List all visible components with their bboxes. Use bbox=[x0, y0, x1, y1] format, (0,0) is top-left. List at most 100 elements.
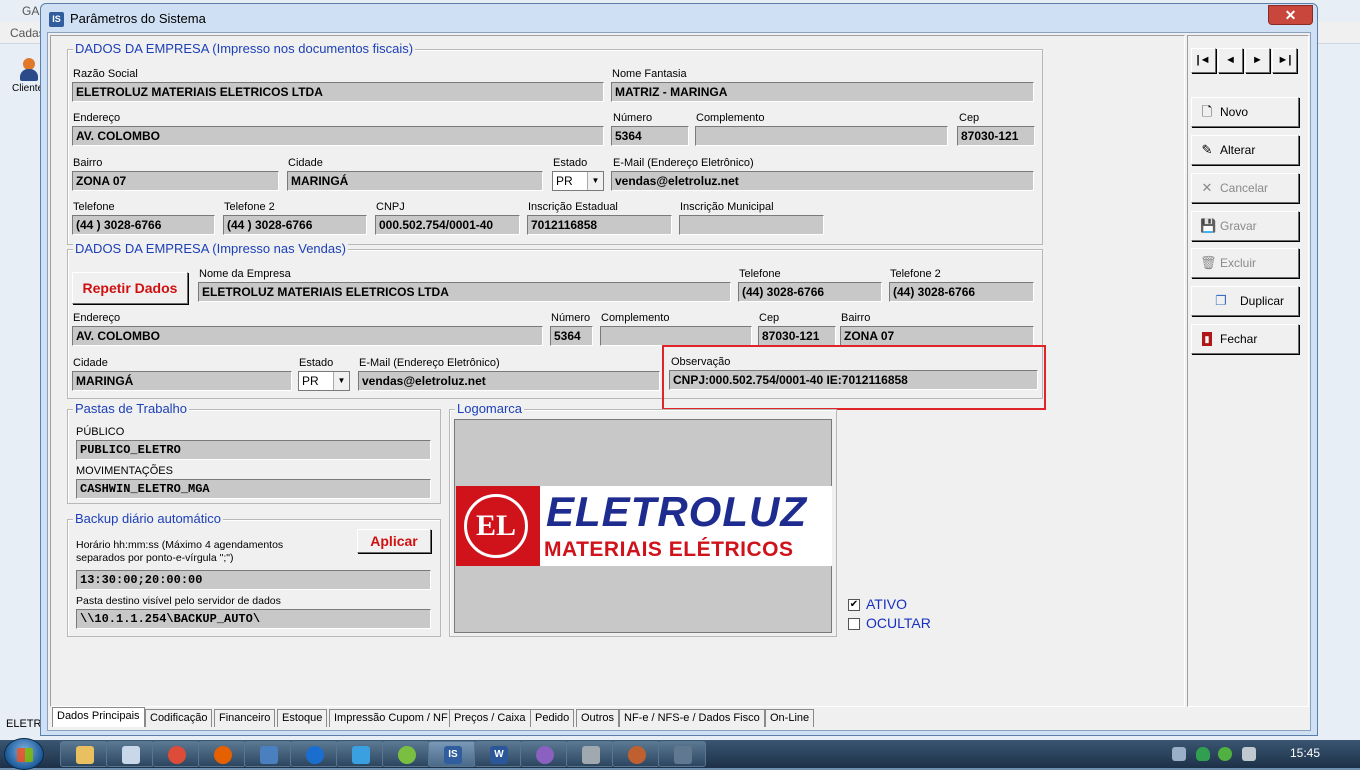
im-field[interactable] bbox=[679, 215, 824, 235]
complemento-field[interactable] bbox=[600, 326, 752, 346]
taskbar-clock[interactable]: 15:45 bbox=[1290, 746, 1320, 760]
taskbar-files-button[interactable] bbox=[106, 741, 154, 767]
logo-text-eletroluz: ELETROLUZ bbox=[546, 488, 807, 535]
sync-icon[interactable] bbox=[1218, 747, 1232, 761]
tab-impressao-cupom[interactable]: Impressão Cupom / NF bbox=[329, 709, 453, 727]
endereco-field[interactable]: AV. COLOMBO bbox=[72, 326, 543, 346]
razao-social-field[interactable]: ELETROLUZ MATERIAIS ELETRICOS LTDA bbox=[72, 82, 604, 102]
tab-codificacao[interactable]: Codificação bbox=[145, 709, 213, 727]
email-field[interactable]: vendas@eletroluz.net bbox=[611, 171, 1034, 191]
estado-select[interactable]: PR ▼ bbox=[298, 371, 350, 391]
cancelar-button[interactable]: ✕ Cancelar bbox=[1191, 173, 1299, 203]
ocultar-checkbox[interactable] bbox=[848, 618, 860, 630]
taskbar-app14-button[interactable] bbox=[658, 741, 706, 767]
close-window-button[interactable]: ✕ bbox=[1268, 5, 1313, 25]
taskbar-is-button[interactable]: IS bbox=[428, 741, 476, 767]
email-field[interactable]: vendas@eletroluz.net bbox=[358, 371, 660, 391]
cidade-field[interactable]: MARINGÁ bbox=[72, 371, 292, 391]
numero-field[interactable]: 5364 bbox=[611, 126, 689, 146]
bairro-field[interactable]: ZONA 07 bbox=[840, 326, 1034, 346]
nav-next-button[interactable]: ► bbox=[1245, 48, 1270, 73]
start-button[interactable] bbox=[4, 738, 44, 770]
tab-precos-caixa[interactable]: Preços / Caixa bbox=[449, 709, 531, 727]
tab-financeiro[interactable]: Financeiro bbox=[214, 709, 276, 727]
publico-field[interactable]: PUBLICO_ELETRO bbox=[76, 440, 431, 460]
telefone2-field[interactable]: (44) 3028-6766 bbox=[889, 282, 1034, 302]
shield-icon[interactable] bbox=[1196, 747, 1210, 761]
repetir-dados-button[interactable]: Repetir Dados bbox=[72, 272, 188, 304]
horario-field[interactable]: 13:30:00;20:00:00 bbox=[76, 570, 431, 590]
taskbar-app13-button[interactable] bbox=[612, 741, 660, 767]
tab-pedido[interactable]: Pedido bbox=[530, 709, 575, 727]
trash-icon: 🗑 bbox=[1200, 255, 1217, 270]
taskbar-teamviewer-button[interactable] bbox=[290, 741, 338, 767]
nome-empresa-field[interactable]: ELETROLUZ MATERIAIS ELETRICOS LTDA bbox=[198, 282, 731, 302]
check-icon: ✔ bbox=[849, 599, 859, 610]
window-title: Parâmetros do Sistema bbox=[70, 11, 206, 26]
nav-last-button[interactable]: ►| bbox=[1272, 48, 1297, 73]
movimentacoes-field[interactable]: CASHWIN_ELETRO_MGA bbox=[76, 479, 431, 499]
chevron-down-icon[interactable]: ▼ bbox=[333, 372, 349, 390]
ativo-label[interactable]: ATIVO bbox=[866, 596, 907, 612]
nav-prev-button[interactable]: ◄ bbox=[1218, 48, 1243, 73]
alterar-button[interactable]: ✎ Alterar bbox=[1191, 135, 1299, 165]
estado-select[interactable]: PR ▼ bbox=[552, 171, 604, 191]
exit-door-icon: ▮ bbox=[1202, 332, 1212, 346]
ie-field[interactable]: 7012116858 bbox=[527, 215, 672, 235]
estado-value: PR bbox=[302, 374, 319, 388]
complemento-label: Complemento bbox=[601, 312, 670, 324]
taskbar-app12-button[interactable] bbox=[566, 741, 614, 767]
is-app-icon: IS bbox=[444, 746, 462, 764]
window-titlebar[interactable]: IS Parâmetros do Sistema ✕ bbox=[41, 4, 1317, 32]
ativo-checkbox[interactable]: ✔ bbox=[848, 599, 860, 611]
parametros-window: IS Parâmetros do Sistema ✕ DADOS DA EMPR… bbox=[40, 3, 1318, 736]
gravar-label: Gravar bbox=[1220, 219, 1257, 233]
cep-label: Cep bbox=[959, 112, 980, 124]
tab-estoque[interactable]: Estoque bbox=[277, 709, 328, 727]
taskbar-firefox-button[interactable] bbox=[198, 741, 246, 767]
tab-dados-principais[interactable]: Dados Principais bbox=[52, 707, 145, 727]
taskbar-app7-button[interactable] bbox=[336, 741, 384, 767]
chevron-down-icon[interactable]: ▼ bbox=[587, 172, 603, 190]
nome-fantasia-field[interactable]: MATRIZ - MARINGA bbox=[611, 82, 1034, 102]
network-icon[interactable] bbox=[1172, 747, 1186, 761]
group-title: Logomarca bbox=[455, 401, 525, 416]
taskbar-app11-button[interactable] bbox=[520, 741, 568, 767]
gravar-button[interactable]: 💾 Gravar bbox=[1191, 211, 1299, 241]
cep-field[interactable]: 87030-121 bbox=[957, 126, 1035, 146]
numero-field[interactable]: 5364 bbox=[550, 326, 593, 346]
taskbar-chrome-button[interactable] bbox=[152, 741, 200, 767]
endereco-field[interactable]: AV. COLOMBO bbox=[72, 126, 604, 146]
nav-first-button[interactable]: |◄ bbox=[1191, 48, 1216, 73]
pasta-destino-field[interactable]: \\10.1.1.254\BACKUP_AUTO\ bbox=[76, 609, 431, 629]
ocultar-label[interactable]: OCULTAR bbox=[866, 615, 931, 631]
cidade-field[interactable]: MARINGÁ bbox=[287, 171, 543, 191]
fechar-button[interactable]: ▮ Fechar bbox=[1191, 324, 1299, 354]
telefone-field[interactable]: (44 ) 3028-6766 bbox=[72, 215, 215, 235]
duplicar-button[interactable]: ❐ Duplicar bbox=[1191, 286, 1299, 316]
taskbar-word-button[interactable]: W bbox=[474, 741, 522, 767]
taskbar-app5-button[interactable] bbox=[244, 741, 292, 767]
novo-button[interactable]: 🗋 Novo bbox=[1191, 97, 1299, 127]
complemento-field[interactable] bbox=[695, 126, 948, 146]
estado-label: Estado bbox=[553, 157, 588, 169]
background-status-text: ELETR bbox=[6, 718, 42, 730]
taskbar-explorer-button[interactable] bbox=[60, 741, 108, 767]
volume-icon[interactable] bbox=[1242, 747, 1256, 761]
tab-nfe-nfse[interactable]: NF-e / NFS-e / Dados Fisco bbox=[619, 709, 765, 727]
cnpj-field[interactable]: 000.502.754/0001-40 bbox=[375, 215, 520, 235]
tab-on-line[interactable]: On-Line bbox=[765, 709, 815, 727]
bairro-field[interactable]: ZONA 07 bbox=[72, 171, 279, 191]
ie-label: Inscrição Estadual bbox=[528, 201, 618, 213]
excluir-button[interactable]: 🗑 Excluir bbox=[1191, 248, 1299, 278]
tab-outros[interactable]: Outros bbox=[576, 709, 620, 727]
aplicar-button[interactable]: Aplicar bbox=[357, 529, 431, 553]
telefone-field[interactable]: (44) 3028-6766 bbox=[738, 282, 882, 302]
movimentacoes-label: MOVIMENTAÇÕES bbox=[76, 465, 173, 477]
cep-field[interactable]: 87030-121 bbox=[758, 326, 836, 346]
telefone2-field[interactable]: (44 ) 3028-6766 bbox=[223, 215, 367, 235]
client-label[interactable]: Cliente bbox=[12, 83, 43, 94]
observacao-field[interactable]: CNPJ:000.502.754/0001-40 IE:7012116858 bbox=[669, 370, 1038, 390]
client-icon[interactable] bbox=[18, 58, 40, 84]
taskbar-app8-button[interactable] bbox=[382, 741, 430, 767]
